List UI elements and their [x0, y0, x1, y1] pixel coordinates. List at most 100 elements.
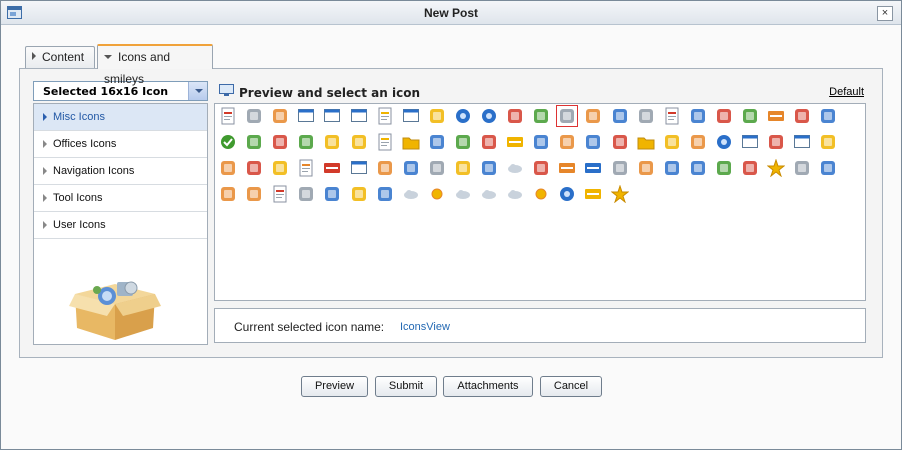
calendar-icon[interactable]	[245, 185, 263, 203]
comment-icon[interactable]	[689, 107, 707, 125]
rain-icon[interactable]	[480, 185, 498, 203]
form-icon[interactable]	[323, 107, 341, 125]
bookmark-icon[interactable]	[532, 107, 550, 125]
html-icon[interactable]	[506, 133, 524, 151]
link-icon[interactable]	[819, 133, 837, 151]
pdf-icon[interactable]	[219, 107, 237, 125]
linux-icon[interactable]	[297, 185, 315, 203]
pencil-icon[interactable]	[245, 133, 263, 151]
window-icon[interactable]	[793, 133, 811, 151]
new-icon[interactable]	[323, 159, 341, 177]
move-icon[interactable]	[663, 133, 681, 151]
shapes-icon[interactable]	[663, 159, 681, 177]
card-icon[interactable]	[376, 185, 394, 203]
info-icon[interactable]	[480, 107, 498, 125]
cloud-icon[interactable]	[402, 185, 420, 203]
copy-icon[interactable]	[376, 159, 394, 177]
flag-icon[interactable]	[297, 133, 315, 151]
tab-content[interactable]: Content	[25, 46, 95, 68]
shield-icon[interactable]	[637, 159, 655, 177]
recycle-icon[interactable]	[532, 159, 550, 177]
cube-icon[interactable]	[584, 107, 602, 125]
title-bar[interactable]: New Post ×	[1, 1, 901, 25]
clock-icon[interactable]	[323, 133, 341, 151]
star-icon[interactable]	[767, 159, 786, 177]
dialog-icon[interactable]	[350, 107, 368, 125]
snow-icon[interactable]	[506, 185, 524, 203]
info-icon[interactable]	[715, 133, 733, 151]
home-icon[interactable]	[480, 133, 498, 151]
terminal-icon[interactable]	[428, 107, 446, 125]
magnet-icon[interactable]	[271, 159, 289, 177]
camera-icon[interactable]	[819, 159, 837, 177]
css-icon[interactable]	[767, 107, 785, 125]
branch-icon[interactable]	[323, 185, 341, 203]
hammer-icon[interactable]	[532, 133, 550, 151]
user-icon[interactable]	[245, 107, 263, 125]
folder-icon[interactable]	[402, 133, 420, 151]
lock-icon[interactable]	[219, 159, 237, 177]
close-button[interactable]: ×	[877, 6, 893, 21]
sun-icon[interactable]	[532, 185, 550, 203]
settings-icon[interactable]	[715, 107, 733, 125]
list-icon[interactable]	[611, 107, 629, 125]
layout-icon[interactable]	[402, 107, 420, 125]
drive-icon[interactable]	[767, 133, 785, 151]
category-user-icons[interactable]: User Icons	[34, 212, 207, 239]
sound-icon[interactable]	[715, 159, 733, 177]
book-icon[interactable]	[350, 133, 368, 151]
rss-icon[interactable]	[558, 159, 576, 177]
sound-icon[interactable]	[689, 159, 707, 177]
star-icon[interactable]	[610, 185, 629, 203]
sun-cloud-icon[interactable]	[428, 185, 446, 203]
stack-icon[interactable]	[689, 133, 707, 151]
link-icon[interactable]	[556, 105, 579, 127]
badge-icon[interactable]	[741, 159, 759, 177]
dropdown-arrow-icon[interactable]	[188, 82, 207, 100]
zoom-icon[interactable]	[402, 159, 420, 177]
cd-icon[interactable]	[350, 185, 368, 203]
download-icon[interactable]	[819, 107, 837, 125]
move-icon[interactable]	[584, 133, 602, 151]
pdf-icon[interactable]	[376, 133, 394, 151]
refresh-icon[interactable]	[480, 159, 498, 177]
category-navigation-icons[interactable]: Navigation Icons	[34, 158, 207, 185]
rss-icon[interactable]	[584, 159, 602, 177]
server-icon[interactable]	[741, 107, 759, 125]
folder-icon[interactable]	[637, 133, 655, 151]
window-icon[interactable]	[741, 133, 759, 151]
check-icon[interactable]	[219, 133, 237, 151]
tag-icon[interactable]	[219, 185, 237, 203]
globe-icon[interactable]	[454, 107, 472, 125]
category-offices-icons[interactable]: Offices Icons	[34, 131, 207, 158]
record-icon[interactable]	[245, 159, 263, 177]
notepad-icon[interactable]	[297, 159, 315, 177]
rainbow-icon[interactable]	[506, 159, 524, 177]
category-tool-icons[interactable]: Tool Icons	[34, 185, 207, 212]
bomb-icon[interactable]	[506, 107, 524, 125]
window-icon[interactable]	[297, 107, 315, 125]
text-icon[interactable]	[376, 107, 394, 125]
printer-icon[interactable]	[428, 159, 446, 177]
category-misc-icons[interactable]: Misc Icons	[34, 104, 207, 131]
tab-icons-and-smileys[interactable]: Icons and smileys	[97, 44, 213, 86]
cancel-button[interactable]: Cancel	[540, 376, 602, 397]
frame-icon[interactable]	[350, 159, 368, 177]
default-link[interactable]: Default	[829, 86, 864, 98]
edit-icon[interactable]	[663, 107, 681, 125]
forward-icon[interactable]	[637, 107, 655, 125]
print-icon[interactable]	[793, 107, 811, 125]
text-icon[interactable]	[271, 185, 289, 203]
hand-icon[interactable]	[454, 133, 472, 151]
puzzle-icon[interactable]	[271, 133, 289, 151]
grid-icon[interactable]	[558, 133, 576, 151]
earth-icon[interactable]	[558, 185, 576, 203]
submit-button[interactable]: Submit	[375, 376, 437, 397]
xhtml-icon[interactable]	[584, 185, 602, 203]
chart-icon[interactable]	[793, 159, 811, 177]
attachments-button[interactable]: Attachments	[443, 376, 533, 397]
storm-icon[interactable]	[454, 185, 472, 203]
copy-icon[interactable]	[271, 107, 289, 125]
preview-button[interactable]: Preview	[301, 376, 368, 397]
cards-icon[interactable]	[611, 133, 629, 151]
